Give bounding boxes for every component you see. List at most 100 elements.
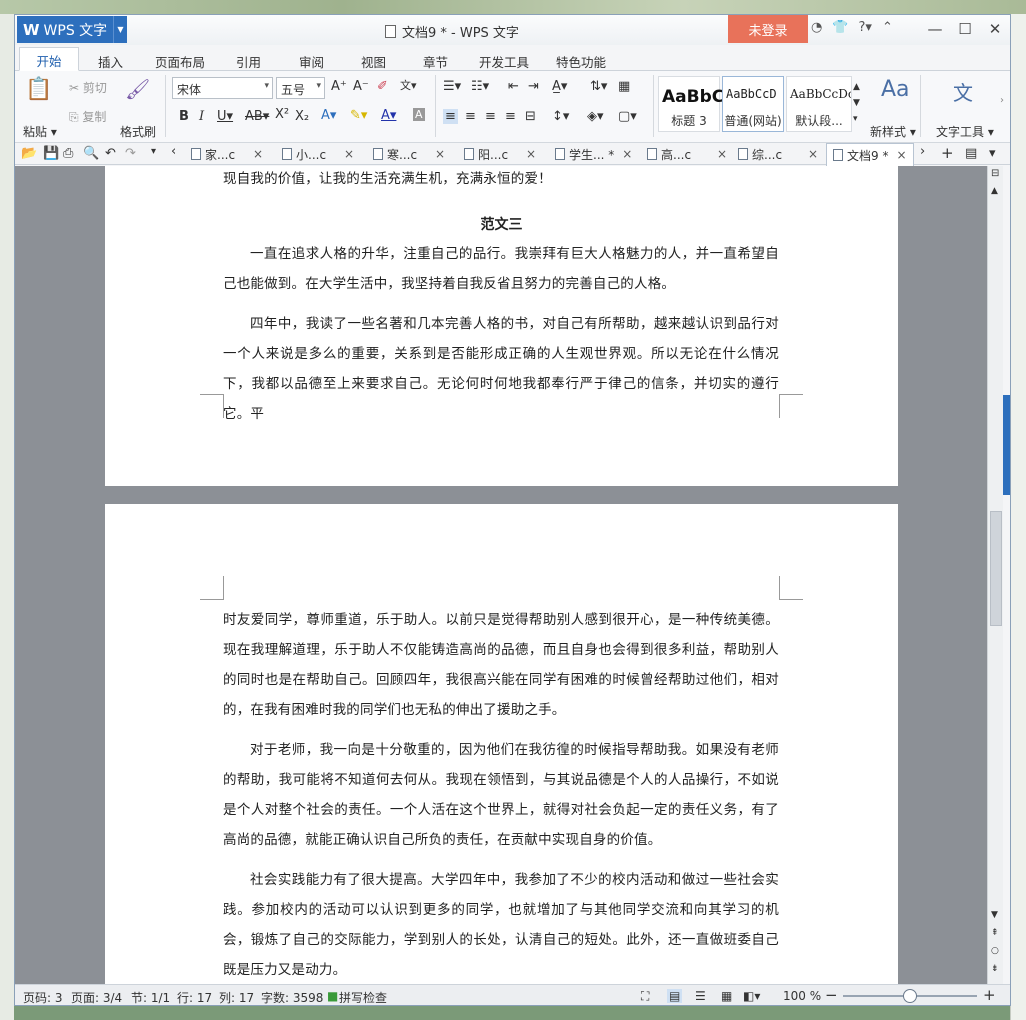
print-preview-icon[interactable]: 🔍 [83,146,99,161]
tab-special[interactable]: 特色功能 [556,52,606,71]
style-heading3[interactable]: AaBbC 标题 3 [658,76,724,132]
cut-button[interactable]: ✂ 剪切 [69,79,107,96]
tab-developer[interactable]: 开发工具 [479,52,529,71]
doc-tab[interactable]: 高...c × [647,143,727,165]
vertical-scrollbar[interactable]: ⊟ ▲ ▼ ⇞ ○ ⇟ [987,166,1003,984]
outline-view-icon[interactable]: ☰ [695,989,706,1003]
page-view-icon[interactable]: ▤ [667,989,683,1003]
doc-tab[interactable]: 综...c × [738,143,818,165]
line-spacing-icon[interactable]: ↕▾ [552,109,569,124]
ruler-toggle-icon[interactable]: ⊟ [991,168,999,179]
italic-icon[interactable]: I [199,109,204,124]
close-tab-icon[interactable]: × [435,147,445,161]
select-browse-icon[interactable]: ○ [991,946,999,956]
doc-tab[interactable]: 家...c × [191,143,263,165]
font-name-select[interactable]: 宋体 [172,77,273,99]
close-tab-icon[interactable]: × [622,147,632,161]
paste-button[interactable]: 粘贴 ▾ [23,123,57,140]
increase-indent-icon[interactable]: ⇥ [528,79,539,94]
style-scroll-icon[interactable]: ▲ ▼ ▾ [853,79,860,127]
clear-format-icon[interactable]: ✐ [377,79,388,94]
doc-tab[interactable]: 寒...c × [373,143,445,165]
tab-page-layout[interactable]: 页面布局 [155,52,205,71]
text-effect-icon[interactable]: A▾ [321,108,336,123]
print-icon[interactable]: ⎙ [63,146,73,161]
bold-icon[interactable]: B [179,109,189,124]
highlight-icon[interactable]: ✎▾ [350,108,367,123]
wps-menu-button[interactable]: W WPS 文字 ▼ [17,16,127,43]
zoom-slider-knob[interactable] [903,989,917,1003]
new-tab-icon[interactable]: + [941,144,954,162]
bullet-list-icon[interactable]: ☰▾ [443,79,461,94]
help-icon[interactable]: ?▾ [859,20,872,35]
side-panel-toggle[interactable] [1003,395,1010,495]
new-style-button[interactable]: 新样式 ▾ [870,123,916,140]
status-word-count[interactable]: 字数: 3598 [261,989,323,1005]
font-size-select[interactable]: 五号 [276,77,325,99]
shrink-font-icon[interactable]: A⁻ [353,79,369,94]
reading-mode-icon[interactable]: ◧▾ [743,989,760,1003]
spell-check-button[interactable]: 拼写检查 [339,989,387,1005]
underline-icon[interactable]: U▾ [217,109,233,124]
style-default-para[interactable]: AaBbCcDc 默认段... [786,76,852,132]
zoom-in-icon[interactable]: + [983,986,996,1004]
zoom-level[interactable]: 100 % [783,989,821,1003]
tab-review[interactable]: 审阅 [299,52,324,71]
tab-chapter[interactable]: 章节 [423,52,448,71]
tab-menu-icon[interactable]: ▤ [965,146,977,161]
text-direction-icon[interactable]: A̲▾ [552,79,567,94]
close-tab-icon[interactable]: × [808,147,818,161]
tab-list-icon[interactable]: ▾ [989,146,996,161]
scrollbar-thumb[interactable] [990,511,1002,626]
style-normal-web[interactable]: AaBbCcD 普通(网站) [722,76,784,132]
undo-icon[interactable]: ↶ [105,146,116,161]
align-left-icon[interactable]: ≡ [443,109,458,124]
text-tools-button[interactable]: 文字工具 ▾ [936,123,994,140]
doc-tab-active[interactable]: 文档9 * × [826,143,914,166]
shading-icon[interactable]: ◈▾ [587,109,604,124]
decrease-indent-icon[interactable]: ⇤ [508,79,519,94]
close-tab-icon[interactable]: × [896,148,906,162]
distributed-icon[interactable]: ⊟ [525,109,536,124]
align-right-icon[interactable]: ≡ [485,109,496,124]
open-icon[interactable]: 📂 [21,146,37,161]
copy-button[interactable]: ⎘ 复制 [69,108,106,125]
close-tab-icon[interactable]: × [344,147,354,161]
prev-page-icon[interactable]: ⇞ [991,928,999,938]
format-painter-button[interactable]: 格式刷 [120,123,156,140]
sort-icon[interactable]: ⇅▾ [590,79,607,94]
doc-tab[interactable]: 阳...c × [464,143,536,165]
close-tab-icon[interactable]: × [717,147,727,161]
skin-icon[interactable]: ◔ [811,20,822,35]
font-color-icon[interactable]: A▾ [381,108,396,123]
tab-home[interactable]: 开始 [19,47,79,71]
zoom-out-icon[interactable]: − [825,986,838,1004]
scroll-down-icon[interactable]: ▼ [991,910,998,920]
format-painter-icon[interactable]: 🖌 [125,77,150,101]
paste-icon[interactable]: 📋 [25,77,52,102]
customize-icon[interactable]: ▾ [151,146,156,157]
next-page-icon[interactable]: ⇟ [991,964,999,974]
login-button[interactable]: 未登录 [728,15,808,43]
ribbon-more-icon[interactable]: › [1000,95,1004,106]
scroll-up-icon[interactable]: ▲ [991,186,998,196]
save-icon[interactable]: 💾 [43,146,59,161]
doc-tab[interactable]: 小...c × [282,143,354,165]
redo-icon[interactable]: ↷ [125,146,136,161]
strikethrough-icon[interactable]: AB▾ [245,109,269,124]
web-view-icon[interactable]: ▦ [721,989,732,1003]
doc-tab[interactable]: 学生... * × [555,143,632,165]
minimize-icon[interactable]: — [920,18,950,40]
grow-font-icon[interactable]: A⁺ [331,79,347,94]
close-icon[interactable]: ✕ [980,18,1010,40]
fullscreen-view-icon[interactable]: ⛶ [641,989,649,1004]
justify-icon[interactable]: ≡ [505,109,516,124]
tabs-right-icon[interactable]: › [920,144,925,159]
char-shading-icon[interactable]: A [413,108,425,121]
page-2[interactable]: 现自我的价值，让我的生活充满生机，充满永恒的爱！ 范文三 一直在追求人格的升华，… [105,166,898,486]
tabs-left-icon[interactable]: ‹ [171,144,176,159]
tab-references[interactable]: 引用 [236,52,261,71]
text-tools-icon[interactable]: 文 [953,77,973,106]
align-center-icon[interactable]: ≡ [465,109,476,124]
close-tab-icon[interactable]: × [526,147,536,161]
